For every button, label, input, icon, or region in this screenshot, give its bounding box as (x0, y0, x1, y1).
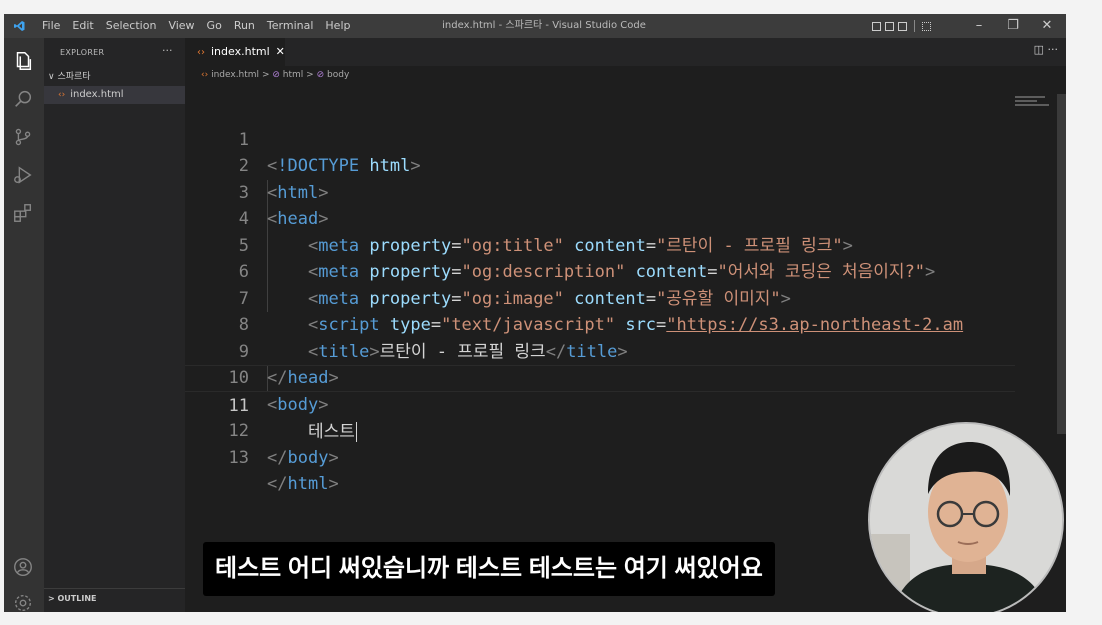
folder-name: 스파르타 (57, 72, 91, 82)
outline-label: OUTLINE (57, 594, 97, 603)
code-line: 7 <script type="text/javascript" src="ht… (185, 259, 1015, 336)
menu-selection[interactable]: Selection (100, 14, 163, 38)
close-window-button[interactable]: ✕ (1030, 14, 1064, 38)
explorer-sidebar: EXPLORER ··· ∨ 스파르타 ‹› index.html > OUTLI… (44, 38, 185, 612)
code-line: 6 <meta property="og:image" content="공유할… (185, 233, 1015, 309)
extensions-icon[interactable] (12, 202, 34, 224)
vertical-scrollbar[interactable] (1057, 94, 1066, 434)
code-line: 3 <head> (185, 153, 1015, 230)
search-icon[interactable] (12, 88, 34, 110)
tab-bar: ‹› index.html ✕ ◫ ··· (185, 38, 1066, 66)
editor-actions[interactable]: ◫ ··· (1034, 38, 1058, 62)
explorer-icon[interactable] (12, 50, 34, 72)
divider (914, 20, 915, 32)
tab-label: index.html (211, 45, 270, 58)
breadcrumb-body[interactable]: body (327, 70, 349, 80)
account-icon[interactable] (12, 556, 34, 578)
run-debug-icon[interactable] (12, 164, 34, 186)
code-line: 1 <!DOCTYPE html> (185, 100, 1015, 177)
menu-edit[interactable]: Edit (66, 14, 99, 38)
toggle-sidebar-icon[interactable] (872, 21, 881, 31)
code-line: 13 </html> (185, 418, 1015, 495)
more-actions-icon[interactable]: ··· (162, 44, 173, 57)
menu-run[interactable]: Run (228, 14, 261, 38)
element-icon: ⊘ (316, 70, 325, 80)
html-file-icon: ‹› (201, 70, 209, 80)
layout-controls (872, 20, 931, 32)
breadcrumb: ‹› index.html > ⊘ html > ⊘ body (201, 70, 349, 80)
folder-row[interactable]: ∨ 스파르타 (48, 69, 91, 82)
explorer-title: EXPLORER (60, 48, 105, 57)
source-control-icon[interactable] (12, 126, 34, 148)
file-item[interactable]: ‹› index.html (44, 86, 185, 104)
presenter-image (870, 424, 1062, 612)
breadcrumb-separator: > (261, 70, 270, 80)
minimize-button[interactable]: – (962, 14, 996, 38)
chevron-right-icon: > (48, 594, 58, 603)
line-number: 13 (228, 447, 249, 468)
menu-file[interactable]: File (36, 14, 66, 38)
window-controls: – ❐ ✕ (962, 14, 1064, 38)
html-file-icon: ‹› (58, 90, 66, 100)
menu-help[interactable]: Help (319, 14, 356, 38)
outline-section[interactable]: > OUTLINE (44, 588, 185, 608)
html-file-icon: ‹› (197, 47, 205, 58)
code-line: 4 <meta property="og:title" content="르탄이… (185, 180, 1015, 256)
vscode-window: File Edit Selection View Go Run Terminal… (4, 14, 1066, 612)
code-token: html (287, 474, 329, 494)
code-token: body (287, 447, 329, 468)
element-icon: ⊘ (272, 70, 280, 80)
code-line: 8 <title>르탄이 - 프로필 링크</title> (185, 286, 1015, 362)
code-line: 12 </body> (185, 392, 1015, 468)
menu-view[interactable]: View (162, 14, 200, 38)
tab-index-html[interactable]: ‹› index.html ✕ (185, 38, 285, 66)
code-line: 9 </head> (185, 312, 1015, 389)
code-editor[interactable]: 1 <!DOCTYPE html> 2 <html> 3 <head> 4 <m… (185, 100, 1015, 495)
breadcrumb-html[interactable]: html (283, 70, 304, 80)
code-line: 10 <body> (185, 339, 1015, 415)
video-subtitle: 테스트 어디 써있습니까 테스트 테스트는 여기 써있어요 (203, 542, 775, 596)
breadcrumb-file[interactable]: index.html (211, 70, 259, 80)
window-title: index.html - 스파르타 - Visual Studio Code (442, 20, 646, 31)
close-tab-icon[interactable]: ✕ (276, 45, 285, 58)
minimap[interactable] (1013, 94, 1057, 114)
code-line-current: 11 테스트 (185, 365, 1015, 442)
webcam-overlay (868, 422, 1064, 612)
vscode-logo-icon (14, 21, 25, 31)
menu-go[interactable]: Go (201, 14, 228, 38)
breadcrumb-separator: > (306, 70, 314, 80)
settings-gear-icon[interactable] (12, 592, 34, 612)
restore-button[interactable]: ❐ (996, 14, 1030, 38)
title-bar: File Edit Selection View Go Run Terminal… (4, 14, 1066, 38)
toggle-secondary-sidebar-icon[interactable] (898, 21, 907, 31)
toggle-panel-icon[interactable] (885, 21, 894, 31)
file-name: index.html (70, 89, 124, 100)
activity-bar (4, 38, 44, 612)
customize-layout-icon[interactable] (922, 21, 931, 31)
code-line: 2 <html> (185, 127, 1015, 203)
menu-bar: File Edit Selection View Go Run Terminal… (36, 14, 356, 38)
code-line: 5 <meta property="og:description" conten… (185, 206, 1015, 283)
menu-terminal[interactable]: Terminal (261, 14, 320, 38)
